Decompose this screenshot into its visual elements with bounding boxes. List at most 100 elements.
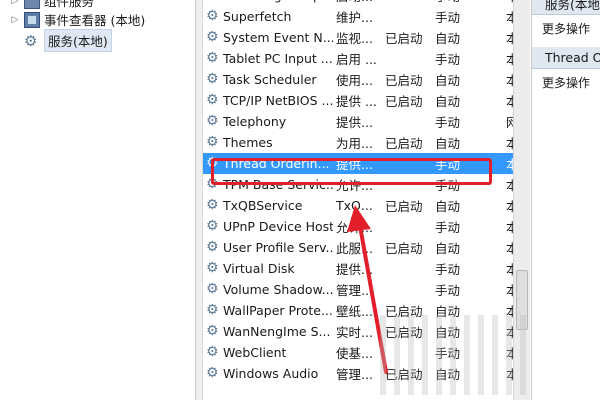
service-logon-as: 本 <box>506 0 513 5</box>
service-name: Task Scheduler <box>223 72 317 87</box>
service-gear-icon: ⚙ <box>206 281 219 297</box>
service-gear-icon: ⚙ <box>206 218 219 234</box>
service-gear-icon: ⚙ <box>206 260 219 276</box>
service-description: 启动... <box>336 0 384 5</box>
service-startup-type: 自动 <box>435 241 461 256</box>
service-row[interactable]: ⚙ Task Scheduler 使用... 已启动 自动 本 <box>203 69 513 90</box>
service-logon-as: 本 <box>506 52 513 67</box>
services-gear-icon: ⚙ <box>24 31 38 50</box>
service-logon-as: 本 <box>506 136 513 151</box>
service-name: Thread Orderin... <box>223 156 330 171</box>
tree-item-component-services[interactable]: ▷ 组件服务 <box>10 0 94 10</box>
service-startup-type: 自动 <box>435 325 461 340</box>
scrollbar-thumb[interactable] <box>516 270 528 330</box>
service-status: 已启动 <box>385 367 423 382</box>
service-logon-as: 本 <box>506 262 513 277</box>
service-logon-as: 本 <box>506 346 513 361</box>
service-gear-icon: ⚙ <box>206 323 219 339</box>
expand-icon[interactable]: ▷ <box>10 0 20 6</box>
service-description: 监视... <box>336 31 373 46</box>
service-description: 管理... <box>336 283 373 298</box>
service-startup-type: 手动 <box>435 262 461 277</box>
service-name: Windows Audio <box>223 366 319 381</box>
service-row[interactable]: ⚙ WebClient 使基... 手动 本 <box>203 342 513 363</box>
service-startup-type: 自动 <box>435 367 461 382</box>
service-gear-icon: ⚙ <box>206 239 219 255</box>
service-row[interactable]: ⚙ Tablet PC Input ... 启用 ... 手动 本 <box>203 48 513 69</box>
service-description: 提供... <box>336 157 373 172</box>
service-name: Virtual Disk <box>223 261 295 276</box>
service-description: 管理... <box>336 367 373 382</box>
tree-item-label: 事件查看器 (本地) <box>44 13 146 28</box>
expand-icon[interactable]: ▷ <box>10 15 20 25</box>
service-row[interactable]: ⚙ Thread Orderin... 提供... 手动 本 <box>203 153 513 174</box>
service-logon-as: 本 <box>506 220 513 235</box>
service-startup-type: 自动 <box>435 73 461 88</box>
more-actions-link[interactable]: 更多操作 <box>542 20 590 37</box>
service-row[interactable]: ⚙ User Profile Serv... 此服... 已启动 自动 本 <box>203 237 513 258</box>
service-gear-icon: ⚙ <box>206 71 219 87</box>
service-name: TPM Base Servic... <box>223 177 333 192</box>
service-startup-type: 手动 <box>435 0 505 5</box>
service-description: 使基... <box>336 346 373 361</box>
actions-header-services: 服务(本地) <box>532 0 600 15</box>
service-startup-type: 手动 <box>435 283 461 298</box>
tree-item-services-local[interactable]: ⚙ 服务(本地) <box>10 29 112 52</box>
service-name: System Event N... <box>223 30 333 45</box>
component-services-icon <box>24 0 40 9</box>
service-startup-type: 自动 <box>435 199 461 214</box>
service-status: 已启动 <box>385 136 423 151</box>
service-logon-as: 本 <box>506 10 513 25</box>
service-name: Themes <box>223 135 273 150</box>
service-row[interactable]: ⚙ Windows Audio 管理... 已启动 自动 本 <box>203 363 513 384</box>
service-gear-icon: ⚙ <box>206 29 219 45</box>
service-name: WebClient <box>223 345 287 360</box>
service-logon-as: 网 <box>506 115 513 130</box>
service-row[interactable]: ⚙ UPnP Device Host 允许... 手动 本 <box>203 216 513 237</box>
pane-splitter[interactable] <box>195 0 203 400</box>
tree-item-event-viewer[interactable]: ▷ 事件查看器 (本地) <box>10 10 145 29</box>
console-tree: ▷ 组件服务 ▷ 事件查看器 (本地) ⚙ 服务(本地) <box>0 0 195 400</box>
event-viewer-icon <box>24 11 40 28</box>
service-status: 已启动 <box>385 94 423 109</box>
service-row[interactable]: ⚙ Superfetch 维护... 手动 本 <box>203 6 513 27</box>
service-startup-type: 自动 <box>435 304 461 319</box>
service-gear-icon: ⚙ <box>206 8 219 24</box>
service-gear-icon: ⚙ <box>206 197 219 213</box>
service-row[interactable]: ⚙ TCP/IP NetBIOS ... 提供 ... 已启动 自动 本 <box>203 90 513 111</box>
service-name: User Profile Serv... <box>223 240 333 255</box>
service-row[interactable]: ⚙ Telephony 提供... 手动 网 <box>203 111 513 132</box>
service-description: 维护... <box>336 10 373 25</box>
service-row[interactable]: ⚙ TxQBService TxQ... 已启动 自动 本 <box>203 195 513 216</box>
service-gear-icon: ⚙ <box>206 0 220 2</box>
service-gear-icon: ⚙ <box>206 155 219 171</box>
service-row[interactable]: ⚙ WallPaper Prote... 壁纸... 已启动 自动 本 <box>203 300 513 321</box>
service-row[interactable]: ⚙ Virtual Disk 提供... 手动 本 <box>203 258 513 279</box>
service-status: 已启动 <box>385 325 423 340</box>
more-actions-link[interactable]: 更多操作 <box>542 74 590 91</box>
service-row[interactable]: ⚙ Themes 为用... 已启动 自动 本 <box>203 132 513 153</box>
service-logon-as: 本 <box>506 199 513 214</box>
service-startup-type: 自动 <box>435 31 461 46</box>
service-row[interactable]: ⚙ TPM Base Servic... 允许... 手动 本 <box>203 174 513 195</box>
service-description: TxQ... <box>336 198 373 213</box>
service-logon-as: 本 <box>506 325 513 340</box>
service-startup-type: 自动 <box>435 94 461 109</box>
service-description: 为用... <box>336 136 373 151</box>
service-row[interactable]: ⚙ WanNengIme S... 实时... 已启动 自动 本 <box>203 321 513 342</box>
service-startup-type: 手动 <box>435 346 461 361</box>
service-row[interactable]: ⚙ Volume Shadow... 管理... 手动 本 <box>203 279 513 300</box>
service-startup-type: 手动 <box>435 52 461 67</box>
service-row[interactable]: ⚙ System Event N... 监视... 已启动 自动 本 <box>203 27 513 48</box>
service-gear-icon: ⚙ <box>206 50 219 66</box>
service-name: Superfetch <box>223 9 292 24</box>
service-description: 提供... <box>336 262 373 277</box>
service-startup-type: 手动 <box>435 220 461 235</box>
vertical-scrollbar[interactable] <box>513 0 530 400</box>
service-description: 使用... <box>336 73 373 88</box>
tree-item-label: 服务(本地) <box>44 29 112 52</box>
service-name: TxQBService <box>223 198 303 213</box>
service-startup-type: 手动 <box>435 178 461 193</box>
service-logon-as: 本 <box>506 304 513 319</box>
service-startup-type: 手动 <box>435 157 461 172</box>
